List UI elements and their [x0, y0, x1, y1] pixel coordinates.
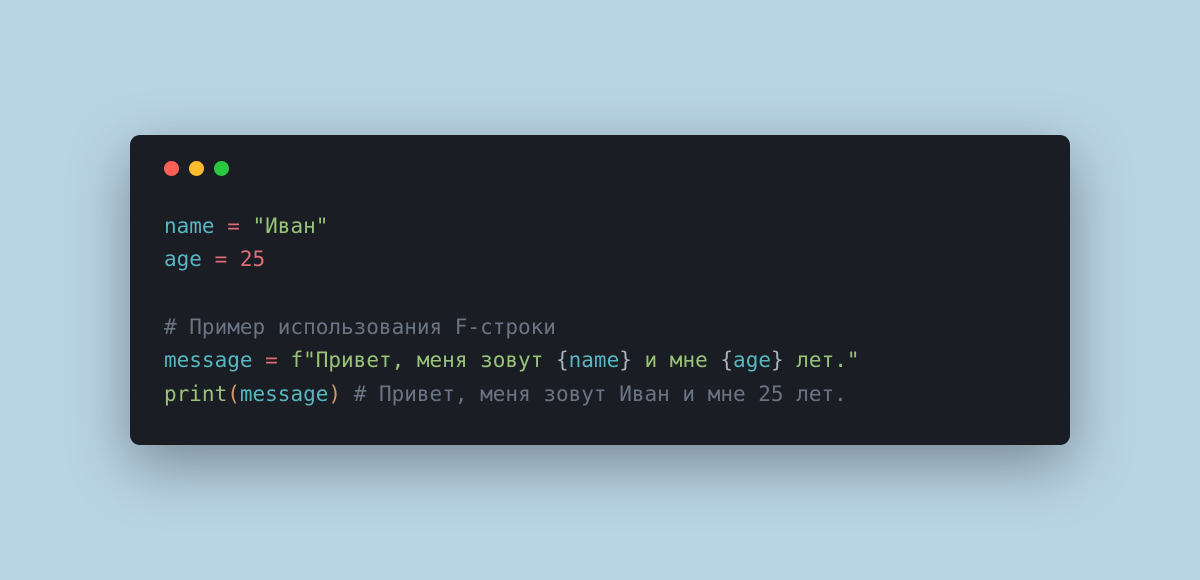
code-token-comment: # Пример использования F-строки: [164, 315, 556, 339]
code-token-brace: {: [720, 348, 733, 372]
code-block: name = "Иван" age = 25 # Пример использо…: [164, 210, 1036, 412]
maximize-icon[interactable]: [214, 161, 229, 176]
code-token-space: [341, 382, 354, 406]
code-token-brace: }: [619, 348, 632, 372]
code-token-identifier: age: [733, 348, 771, 372]
code-token-operator: =: [215, 214, 253, 238]
code-token-paren: (: [227, 382, 240, 406]
code-token-number: 25: [240, 247, 265, 271]
code-token-variable: name: [164, 214, 215, 238]
code-token-identifier: message: [240, 382, 329, 406]
close-icon[interactable]: [164, 161, 179, 176]
code-token-string: "Привет, меня зовут: [303, 348, 556, 372]
code-token-operator: =: [202, 247, 240, 271]
code-token-string: и мне: [632, 348, 721, 372]
code-token-function: print: [164, 382, 227, 406]
code-token-paren: ): [328, 382, 341, 406]
code-token-brace: }: [771, 348, 784, 372]
code-token-variable: message: [164, 348, 253, 372]
code-token-string: лет.": [784, 348, 860, 372]
code-token-operator: =: [253, 348, 291, 372]
code-token-comment: # Привет, меня зовут Иван и мне 25 лет.: [354, 382, 847, 406]
minimize-icon[interactable]: [189, 161, 204, 176]
code-token-fprefix: f: [290, 348, 303, 372]
window-titlebar: [164, 161, 1036, 176]
code-token-brace: {: [556, 348, 569, 372]
code-token-identifier: name: [569, 348, 620, 372]
code-token-string: "Иван": [253, 214, 329, 238]
code-window: name = "Иван" age = 25 # Пример использо…: [130, 135, 1070, 446]
code-token-variable: age: [164, 247, 202, 271]
